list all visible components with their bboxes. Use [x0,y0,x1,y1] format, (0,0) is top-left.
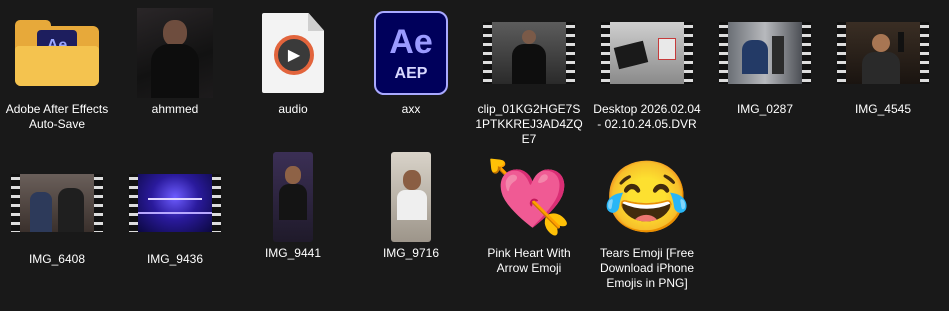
file-label: IMG_9436 [146,252,204,266]
file-item-audio[interactable]: ▶ audio [238,8,348,117]
file-label: Adobe After Effects Auto-Save [5,102,109,131]
file-label: Tears Emoji [Free Download iPhone Emojis… [599,246,695,290]
video-thumbnail-icon [715,8,815,98]
video-thumbnail-icon [7,158,107,248]
file-item-img-9436[interactable]: IMG_9436 [120,158,230,267]
file-item-pink-heart-emoji[interactable]: 💘 Pink Heart With Arrow Emoji [474,152,584,276]
file-label: IMG_0287 [736,102,794,116]
video-thumbnail-icon [125,158,225,248]
file-label: clip_01KG2HGE7S1PTKKREJ3AD4ZQE7 [475,102,583,146]
tears-emoji-icon: 😂 [603,158,691,236]
video-thumbnail-icon [361,152,461,242]
file-label: IMG_6408 [28,252,86,266]
file-item-adobe-after-effects-auto-save[interactable]: Ae Adobe After Effects Auto-Save [2,8,112,132]
video-thumbnail-icon [243,152,343,242]
file-label: Pink Heart With Arrow Emoji [487,246,571,275]
image-thumbnail-icon [125,8,225,98]
file-item-img-0287[interactable]: IMG_0287 [710,8,820,117]
file-item-img-4545[interactable]: IMG_4545 [828,8,938,117]
file-item-ahmmed[interactable]: ahmmed [120,8,230,117]
folder-icon: Ae [7,8,107,98]
file-label: audio [278,102,308,116]
file-item-desktop-dvr[interactable]: Desktop 2026.02.04 - 02.10.24.05.DVR [592,8,702,132]
video-thumbnail-icon [479,8,579,98]
file-item-tears-emoji[interactable]: 😂 Tears Emoji [Free Download iPhone Emoj… [592,152,702,291]
file-label: Desktop 2026.02.04 - 02.10.24.05.DVR [593,102,701,131]
file-label: IMG_4545 [854,102,912,116]
ae-project-icon: Ae AEP [361,8,461,98]
file-item-axx[interactable]: Ae AEP axx [356,8,466,117]
audio-file-icon: ▶ [243,8,343,98]
file-label: ahmmed [151,102,199,116]
file-item-img-9716[interactable]: IMG_9716 [356,152,466,261]
file-item-clip[interactable]: clip_01KG2HGE7S1PTKKREJ3AD4ZQE7 [474,8,584,147]
file-label: IMG_9441 [264,246,322,260]
file-item-img-6408[interactable]: IMG_6408 [2,158,112,267]
video-thumbnail-icon [833,8,933,98]
file-label: axx [401,102,421,116]
file-item-img-9441[interactable]: IMG_9441 [238,152,348,261]
video-thumbnail-icon [597,8,697,98]
heart-arrow-emoji-icon: 💘 [485,158,573,236]
play-icon: ▶ [274,35,314,75]
file-label: IMG_9716 [382,246,440,260]
